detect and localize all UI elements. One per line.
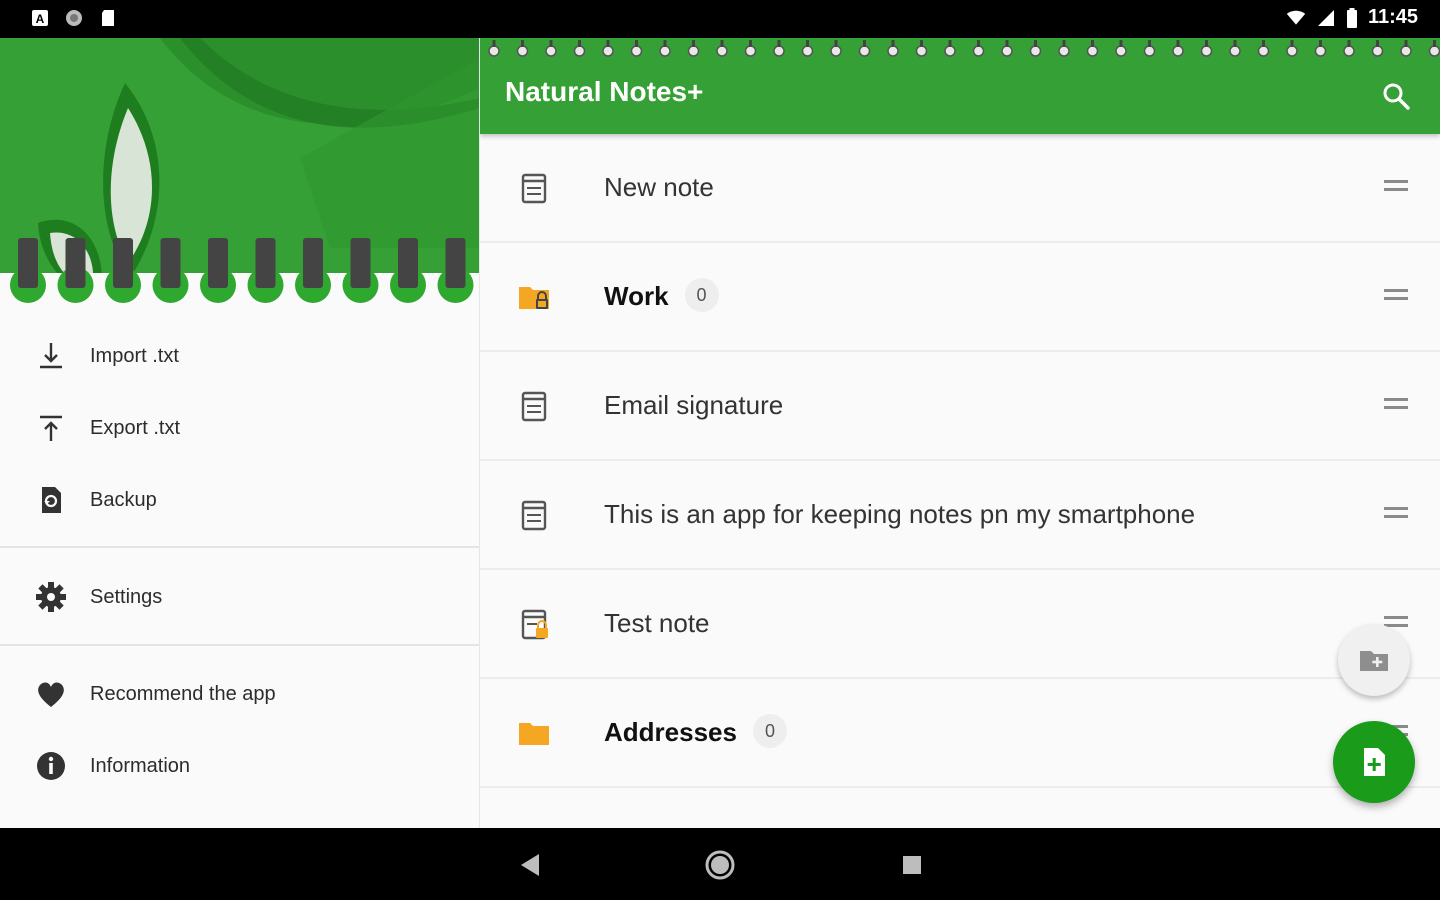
add-note-icon — [1364, 748, 1385, 776]
backup-icon — [42, 487, 61, 513]
svg-text:A: A — [36, 12, 45, 26]
system-nav-bar — [0, 828, 1440, 900]
clock: 11:45 — [1367, 6, 1418, 28]
list-item[interactable]: Addresses 0 — [480, 679, 1440, 788]
note-icon — [521, 500, 547, 531]
sd-card-icon — [102, 10, 114, 26]
list-item[interactable]: Work 0 — [480, 243, 1440, 352]
app-title: Natural Notes+ — [505, 76, 704, 107]
notebook-rings — [488, 40, 1440, 57]
back-icon[interactable] — [515, 850, 545, 880]
drawer-item-export[interactable]: Export .txt — [0, 400, 479, 456]
list-item[interactable]: Email signature — [480, 352, 1440, 461]
drawer-item-label: Recommend the app — [90, 682, 276, 705]
heart-icon — [38, 682, 64, 707]
note-icon — [521, 391, 547, 422]
locked-note-icon — [521, 609, 548, 640]
app-window: Natural Notes+ New note Work 0 Email sig… — [0, 38, 1440, 828]
notification-a-icon: A — [32, 10, 48, 26]
drawer-item-recommend[interactable]: Recommend the app — [0, 666, 479, 722]
drawer-item-label: Information — [90, 754, 191, 777]
status-bar: A 11:45 — [0, 0, 1440, 38]
note-title: New note — [604, 172, 714, 202]
drawer-item-backup[interactable]: Backup — [0, 472, 479, 528]
recents-icon[interactable] — [897, 850, 927, 880]
drag-handle-icon[interactable] — [1384, 180, 1408, 194]
drag-handle-icon[interactable] — [1384, 507, 1408, 521]
drawer-item-settings[interactable]: Settings — [0, 569, 479, 625]
notification-circle-icon — [66, 10, 82, 26]
drag-handle-icon[interactable] — [1384, 289, 1408, 303]
cell-signal-icon — [1317, 9, 1334, 26]
list-item[interactable]: New note — [480, 134, 1440, 243]
folder-name: Addresses — [604, 717, 737, 747]
folder-name: Work — [604, 281, 669, 311]
drawer-divider — [0, 546, 479, 548]
drawer-item-label: Import .txt — [90, 344, 179, 367]
note-icon — [521, 173, 547, 204]
folder-icon — [519, 723, 549, 745]
notes-list: New note Work 0 Email signature This is … — [480, 134, 1440, 828]
drag-handle-icon[interactable] — [1384, 398, 1408, 412]
folder-title: Addresses 0 — [604, 714, 787, 751]
note-title: Email signature — [604, 390, 784, 420]
info-icon — [37, 752, 65, 780]
import-icon — [40, 343, 62, 369]
add-folder-icon — [1360, 651, 1388, 671]
drawer-item-label: Settings — [90, 585, 163, 608]
drawer-item-label: Backup — [90, 488, 157, 511]
folder-title: Work 0 — [604, 278, 719, 315]
app-bar: Natural Notes+ — [480, 38, 1440, 134]
gear-icon — [36, 582, 66, 612]
new-folder-button[interactable] — [1338, 624, 1410, 696]
drawer-divider — [0, 644, 479, 646]
drawer-item-label: Export .txt — [90, 416, 181, 439]
note-title: This is an app for keeping notes pn my s… — [604, 499, 1196, 529]
list-item[interactable]: This is an app for keeping notes pn my s… — [480, 461, 1440, 570]
folder-count-badge: 0 — [684, 278, 719, 313]
app-logo — [0, 38, 479, 308]
folder-count-badge: 0 — [752, 714, 787, 749]
drawer-item-information[interactable]: Information — [0, 738, 479, 794]
drawer-header — [0, 38, 479, 308]
wifi-icon — [1286, 10, 1306, 25]
export-icon — [40, 415, 62, 441]
battery-icon — [1346, 7, 1357, 28]
note-title: Test note — [604, 608, 710, 638]
home-icon[interactable] — [705, 850, 735, 880]
search-icon[interactable] — [1380, 80, 1412, 112]
list-item[interactable]: Test note — [480, 570, 1440, 679]
navigation-drawer: Import .txt Export .txt Backup Settings … — [0, 38, 480, 828]
locked-folder-icon — [519, 287, 549, 309]
new-note-button[interactable] — [1333, 721, 1415, 803]
drawer-item-import[interactable]: Import .txt — [0, 328, 479, 384]
